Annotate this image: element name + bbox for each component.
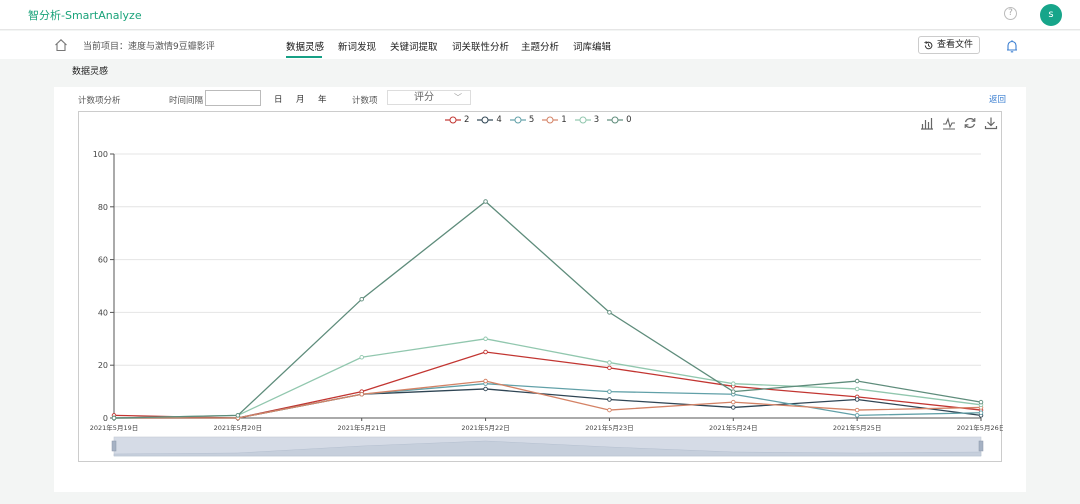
data-point <box>854 407 860 413</box>
unit-day-button[interactable]: 日 <box>274 93 283 105</box>
data-point <box>483 199 488 204</box>
data-point <box>359 355 364 360</box>
unit-month-button[interactable]: 月 <box>296 93 305 105</box>
y-tick-label: 20 <box>98 361 108 370</box>
y-tick-label: 60 <box>98 256 108 265</box>
data-point <box>483 336 488 342</box>
x-tick-label: 2021年5月22日 <box>461 423 509 432</box>
help-icon[interactable]: ? <box>1004 7 1017 20</box>
section-title: 数据灵感 <box>72 67 109 77</box>
tab-data-inspiration[interactable]: 数据灵感 <box>286 39 324 53</box>
x-tick-label: 2021年5月26日 <box>957 423 1003 432</box>
data-point <box>978 399 984 405</box>
data-point <box>235 413 241 418</box>
top-bar: 智分析-SmartAnalyze ? s <box>0 0 1080 30</box>
data-point <box>607 310 612 315</box>
count-item-label: 计数项 <box>352 96 378 106</box>
data-point <box>731 381 736 386</box>
count-item-select[interactable]: 评分 ﹀ <box>387 90 471 105</box>
data-point <box>359 391 364 397</box>
x-tick-label: 2021年5月19日 <box>90 423 138 432</box>
series-line-2 <box>113 351 982 419</box>
y-tick-label: 80 <box>98 203 108 212</box>
data-point <box>483 349 488 355</box>
view-file-button[interactable]: 查看文件 <box>918 36 980 54</box>
back-link[interactable]: 返回 <box>989 93 1006 105</box>
data-point <box>854 413 860 418</box>
x-tick-label: 2021年5月25日 <box>833 423 881 432</box>
data-point <box>978 410 984 415</box>
count-item-value: 评分 <box>414 92 434 103</box>
interval-input[interactable] <box>205 90 261 106</box>
mode-label: 计数项分析 <box>78 96 121 106</box>
data-point <box>607 389 612 394</box>
chevron-down-icon: ﹀ <box>454 93 462 102</box>
data-point <box>483 386 488 392</box>
series-line-3 <box>113 338 982 419</box>
y-tick-label: 40 <box>98 308 108 317</box>
tab-keyword-extraction[interactable]: 关键词提取 <box>390 39 438 53</box>
active-tab-indicator <box>286 56 322 58</box>
nav-bar: 当前项目：速度与激情9豆瓣影评 数据灵感 新词发现 关键词提取 词关联性分析 主… <box>0 31 1080 59</box>
data-point <box>607 407 612 413</box>
line-chart: 245130 0 20 40 60 80 100 2021年5月19日 2021年5月20日 2… <box>78 111 1003 462</box>
data-point <box>854 397 860 402</box>
history-icon <box>924 40 933 50</box>
y-tick-label: 100 <box>93 150 108 159</box>
view-file-label: 查看文件 <box>937 40 974 50</box>
avatar[interactable]: s <box>1040 4 1062 26</box>
data-point <box>607 397 612 402</box>
tab-topic-analysis[interactable]: 主题分析 <box>521 39 559 53</box>
data-point <box>607 360 612 365</box>
current-project: 当前项目：速度与激情9豆瓣影评 <box>83 42 215 52</box>
x-tick-label: 2021年5月21日 <box>337 423 385 432</box>
series-line-0 <box>113 200 982 419</box>
data-point <box>731 399 736 405</box>
x-tick-label: 2021年5月20日 <box>214 423 262 432</box>
data-point <box>731 389 736 394</box>
home-icon[interactable] <box>54 38 68 52</box>
series-line-4 <box>114 388 982 419</box>
data-point <box>359 296 364 302</box>
data-point <box>854 378 860 384</box>
data-point <box>483 378 488 384</box>
interval-label: 时间间隔 <box>169 96 204 106</box>
tab-word-correlation[interactable]: 词关联性分析 <box>452 39 509 53</box>
data-point <box>854 386 860 392</box>
data-point <box>111 415 117 421</box>
app-title[interactable]: 智分析-SmartAnalyze <box>28 7 142 23</box>
zoom-handle-left[interactable] <box>111 440 117 452</box>
data-point <box>607 365 612 371</box>
x-tick-label: 2021年5月23日 <box>585 423 633 432</box>
data-point <box>731 405 736 410</box>
y-tick-label: 0 <box>103 414 108 423</box>
tab-lexicon-edit[interactable]: 词库编辑 <box>573 39 611 53</box>
bell-icon[interactable] <box>1005 39 1019 54</box>
zoom-handle-right[interactable] <box>978 440 984 452</box>
tab-new-word-discovery[interactable]: 新词发现 <box>338 39 376 53</box>
plot-area: 0 20 40 60 80 100 2021年5月19日 2021年5月20日 2021年5月2… <box>90 150 1003 457</box>
unit-year-button[interactable]: 年 <box>318 93 327 105</box>
x-tick-label: 2021年5月24日 <box>709 423 757 432</box>
